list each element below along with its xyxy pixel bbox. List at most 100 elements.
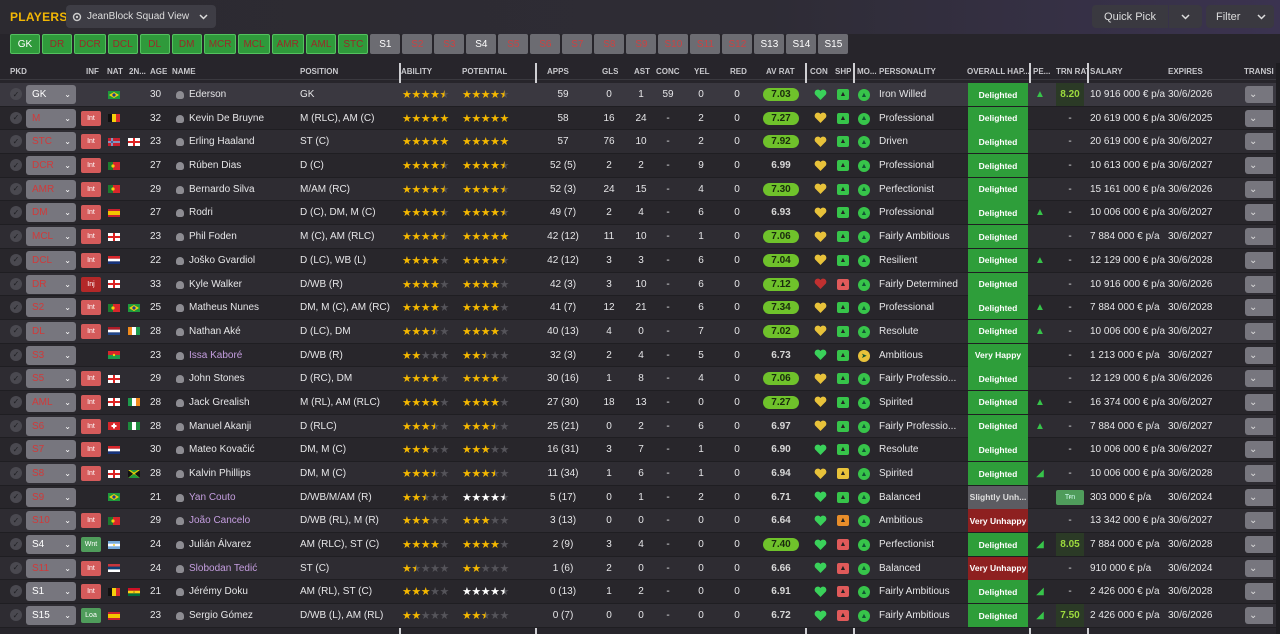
position-tab-s2[interactable]: S2 — [402, 34, 433, 54]
table-row[interactable]: ✓ S7 ⌄ Int 30 Mateo Kovačić DM, M (C) ★ ★ ★ ★ ★ ★ ★ ★ ★… — [0, 438, 1280, 462]
table-row[interactable]: ✓ DR ⌄ Inj 33 Kyle Walker D/WB (R) ★ ★ ★ ★ ★ ★ ★ ★ ★ ★ 42… — [0, 272, 1280, 297]
col-con[interactable]: CON — [810, 67, 828, 76]
position-tab-s12[interactable]: S12 — [722, 34, 753, 54]
picked-checkbox[interactable]: ✓ — [10, 88, 22, 100]
table-row[interactable]: ✓ DL ⌄ Int 28 Nathan Aké D (LC), DM ★ ★ ★ ★ ★ ★ ★ ★ ★ ★ 4… — [0, 319, 1280, 344]
picked-checkbox[interactable]: ✓ — [10, 182, 22, 195]
transfer-dropdown[interactable]: ⌄ — [1245, 109, 1273, 127]
info-badge[interactable]: Int — [81, 110, 101, 126]
table-row[interactable]: ✓ DCR ⌄ Int 27 Rúben Dias D (C) ★ ★ ★ ★ ★ ★ ★ ★ ★ ★ 52 (5… — [0, 154, 1280, 178]
picked-checkbox[interactable]: ✓ — [10, 277, 22, 290]
picked-checkbox[interactable]: ✓ — [10, 538, 22, 551]
col-name[interactable]: NAME — [172, 67, 196, 76]
position-tab-mcl[interactable]: MCL — [238, 34, 270, 54]
table-row[interactable]: ✓ S6 ⌄ Int 28 Manuel Akanji D (RLC) ★ ★ ★ ★ ★ ★ ★ ★ ★ ★ 2… — [0, 414, 1280, 439]
position-tab-dr[interactable]: DR — [42, 34, 72, 54]
position-tab-dl[interactable]: DL — [139, 34, 170, 54]
selection-dropdown[interactable]: S8 ⌄ — [26, 464, 76, 483]
picked-checkbox[interactable]: ✓ — [10, 419, 22, 432]
selection-dropdown[interactable]: S9 ⌄ — [26, 487, 76, 507]
col-gls[interactable]: GLS — [602, 67, 618, 76]
position-tab-stc[interactable]: STC — [338, 34, 369, 54]
player-name[interactable]: John Stones — [189, 367, 294, 390]
info-badge[interactable]: Int — [81, 513, 101, 529]
position-tab-s3[interactable]: S3 — [434, 34, 465, 54]
selection-dropdown[interactable]: S6 ⌄ — [26, 416, 76, 436]
transfer-dropdown[interactable]: ⌄ — [1245, 322, 1273, 340]
position-tab-s15[interactable]: S15 — [818, 34, 849, 54]
selection-dropdown[interactable]: M ⌄ — [26, 108, 76, 128]
table-row[interactable]: ✓ AML ⌄ Int 28 Jack Grealish M (RL), AM (RLC) ★… — [0, 390, 1280, 415]
picked-checkbox[interactable]: ✓ — [10, 514, 22, 527]
col-morale[interactable]: MO... — [857, 67, 877, 76]
info-badge[interactable]: Int — [81, 300, 101, 316]
col-expires[interactable]: EXPIRES — [1168, 67, 1203, 76]
transfer-dropdown[interactable]: ⌄ — [1245, 86, 1273, 103]
player-name[interactable]: Jack Grealish — [189, 391, 294, 414]
info-badge[interactable]: Int — [81, 584, 101, 600]
col-yel[interactable]: YEL — [694, 67, 710, 76]
selection-dropdown[interactable]: DCR ⌄ — [26, 156, 76, 176]
info-badge[interactable]: Int — [81, 418, 101, 434]
transfer-dropdown[interactable]: ⌄ — [1245, 417, 1273, 435]
player-name[interactable]: Rúben Dias — [189, 154, 294, 177]
transfer-dropdown[interactable]: ⌄ — [1245, 607, 1273, 625]
selection-dropdown[interactable]: S1 ⌄ — [26, 582, 76, 602]
picked-checkbox[interactable]: ✓ — [10, 301, 22, 314]
position-tab-s11[interactable]: S11 — [690, 34, 721, 54]
info-badge[interactable]: Int — [81, 134, 101, 150]
scrollbar[interactable] — [1276, 63, 1280, 634]
player-name[interactable]: Yan Couto — [189, 486, 294, 509]
table-row[interactable]: ✓ S2 ⌄ Int 25 Matheus Nunes DM, M (C), AM (RC)… — [0, 296, 1280, 320]
position-tab-s14[interactable]: S14 — [786, 34, 817, 54]
picked-checkbox[interactable]: ✓ — [10, 111, 22, 124]
table-row[interactable]: ✓ DM ⌄ Int 27 Rodri D (C), DM, M (C) ★ ★ ★ ★ ★ ★ ★ ★ ★ ★… — [0, 201, 1280, 226]
position-tab-s5[interactable]: S5 — [498, 34, 529, 54]
table-row[interactable]: ✓ S1 ⌄ Int 21 Jérémy Doku AM (RL), ST (C) ★ ★ ★ ★ ★… — [0, 580, 1280, 605]
picked-checkbox[interactable]: ✓ — [10, 585, 22, 598]
picked-checkbox[interactable]: ✓ — [10, 135, 22, 148]
info-badge[interactable]: Int — [81, 158, 101, 174]
player-name[interactable]: Julián Álvarez — [189, 533, 294, 556]
table-row[interactable]: ✓ S5 ⌄ Int 29 John Stones D (RC), DM ★ ★ ★ ★ ★ ★ ★ ★ ★ ★… — [0, 367, 1280, 391]
player-name[interactable]: Erling Haaland — [189, 130, 294, 153]
selection-dropdown[interactable]: DL ⌄ — [26, 321, 76, 341]
picked-checkbox[interactable]: ✓ — [10, 395, 22, 408]
picked-checkbox[interactable]: ✓ — [10, 324, 22, 337]
player-name[interactable]: Jérémy Doku — [189, 580, 294, 603]
info-badge[interactable]: Int — [81, 371, 101, 387]
position-tab-dcl[interactable]: DCL — [107, 34, 138, 54]
player-name[interactable]: Phil Foden — [189, 225, 294, 248]
table-row[interactable]: ✓ M ⌄ Int 32 Kevin De Bruyne M (RLC), AM (C) ★ ★… — [0, 106, 1280, 131]
player-name[interactable]: Nathan Aké — [189, 320, 294, 343]
position-tab-s6[interactable]: S6 — [530, 34, 561, 54]
player-name[interactable]: Slobodan Tedić — [189, 557, 294, 580]
info-badge[interactable]: Int — [81, 560, 101, 576]
transfer-dropdown[interactable]: ⌄ — [1245, 465, 1273, 482]
table-row[interactable]: ✓ GK ⌄ 30 Ederson GK ★ ★ ★ ★ ★ ★ ★ ★ ★ ★ 59 0 1 59 0 0 7.03 ▲ ▲ I… — [0, 83, 1280, 107]
info-badge[interactable]: Loa — [81, 608, 101, 624]
player-name[interactable]: Rodri — [189, 201, 294, 224]
col-ability[interactable]: ABILITY — [401, 67, 432, 76]
col-position[interactable]: POSITION — [300, 67, 338, 76]
transfer-dropdown[interactable]: ⌄ — [1245, 583, 1273, 601]
col-salary[interactable]: SALARY — [1090, 67, 1123, 76]
info-badge[interactable]: Int — [81, 252, 101, 268]
table-row[interactable]: ✓ DCL ⌄ Int 22 Joško Gvardiol D (LC), WB (L) ★ ★… — [0, 248, 1280, 273]
transfer-dropdown[interactable]: ⌄ — [1245, 251, 1273, 269]
col-happiness[interactable]: OVERALL HAP... — [967, 67, 1029, 76]
col-pe[interactable]: PE... — [1033, 67, 1053, 76]
player-name[interactable]: Matheus Nunes — [189, 296, 294, 319]
col-shp[interactable]: SHP — [835, 67, 851, 76]
transfer-dropdown[interactable]: ⌄ — [1245, 180, 1273, 198]
col-potential[interactable]: POTENTIAL — [462, 67, 507, 76]
picked-checkbox[interactable]: ✓ — [10, 230, 22, 243]
selection-dropdown[interactable]: S15 ⌄ — [26, 606, 76, 626]
transfer-dropdown[interactable]: ⌄ — [1245, 536, 1273, 554]
position-tab-dcr[interactable]: DCR — [74, 34, 106, 54]
col-inf[interactable]: INF — [86, 67, 99, 76]
col-nat[interactable]: NAT — [107, 67, 123, 76]
selection-dropdown[interactable]: S5 ⌄ — [26, 369, 76, 389]
col-red[interactable]: RED — [730, 67, 747, 76]
squad-view-dropdown[interactable]: JeanBlock Squad View — [66, 5, 216, 28]
